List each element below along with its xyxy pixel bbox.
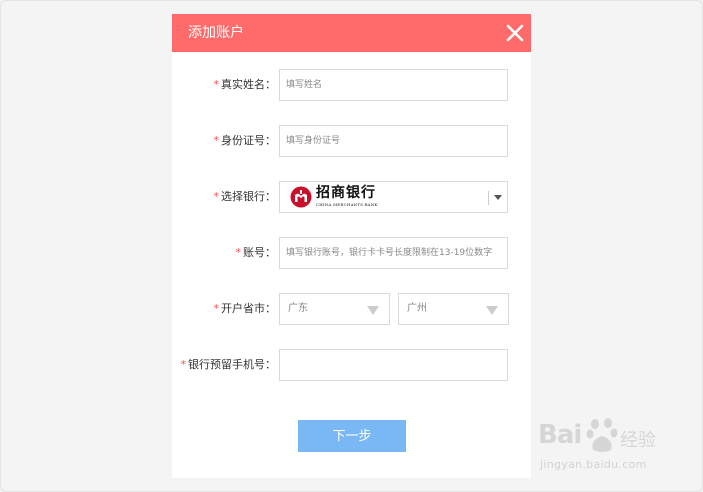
account-label: * 账号： (235, 246, 277, 259)
form-row-name: * 真实姓名： (172, 69, 531, 101)
form-row-phone: * 银行预留手机号： (172, 349, 531, 381)
watermark-url: jingyan.baidu.com (540, 458, 647, 471)
form-row-account: * 账号： (172, 237, 531, 269)
province-select[interactable]: 广东 (279, 293, 390, 325)
next-step-button[interactable]: 下一步 (298, 420, 406, 452)
id-card-label: * 身份证号： (213, 134, 277, 147)
province-value: 广东 (288, 303, 308, 314)
bank-logo-icon (290, 186, 312, 208)
chevron-down-icon[interactable] (494, 195, 502, 200)
dialog-header: 添加账户 (172, 14, 531, 52)
caret-down-icon (367, 306, 379, 315)
form-row-id-card: * 身份证号： (172, 125, 531, 157)
watermark-brand: Bai (538, 420, 582, 450)
close-icon[interactable] (506, 24, 524, 42)
bank-label: * 选择银行： (213, 190, 277, 203)
bank-name-en: CHINA MERCHANTS BANK (316, 202, 378, 207)
watermark-brand-cn: 经验 (620, 430, 656, 451)
select-divider (488, 191, 489, 205)
add-account-dialog: 添加账户 *真实姓名： *身份证号： *选择银行： 招商银行 CHINA MER… (172, 14, 531, 478)
account-input[interactable] (279, 237, 508, 269)
id-card-input[interactable] (279, 125, 508, 157)
phone-label: * 银行预留手机号： (180, 358, 277, 371)
city-select[interactable]: 广州 (398, 293, 509, 325)
region-label: * 开户省市： (213, 302, 277, 315)
bank-select[interactable]: 招商银行 CHINA MERCHANTS BANK (279, 181, 508, 213)
name-label: * 真实姓名： (213, 78, 277, 91)
bank-name-cn: 招商银行 (316, 185, 376, 201)
baidu-jingyan-watermark: Bai 经验 jingyan.baidu.com (538, 414, 678, 484)
city-value: 广州 (407, 303, 427, 314)
dialog-title: 添加账户 (188, 25, 244, 41)
paw-icon (586, 418, 618, 452)
phone-input[interactable] (279, 349, 508, 381)
name-input[interactable] (279, 69, 508, 101)
caret-down-icon (486, 306, 498, 315)
form-row-region: * 开户省市： 广东 广州 (172, 293, 531, 325)
form-row-bank: * 选择银行： 招商银行 CHINA MERCHANTS BANK (172, 181, 531, 213)
